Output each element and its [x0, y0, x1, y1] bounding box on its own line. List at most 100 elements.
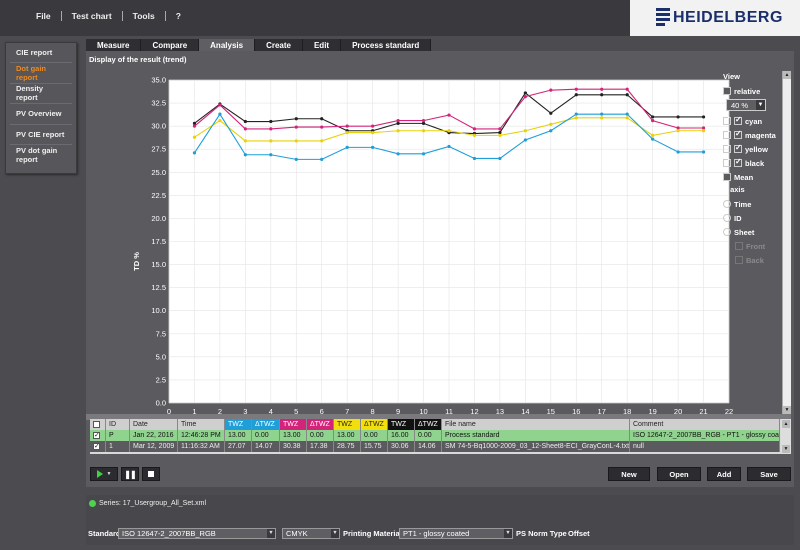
header-dtwz-yellow[interactable]: ΔTWZ	[361, 419, 388, 430]
printing-material-select[interactable]: PT1 - glossy coated ▼	[399, 528, 513, 539]
yellow-checkbox[interactable]	[723, 143, 731, 153]
measurement-table: ID Date Time TWZ ΔTWZ TWZ ΔTWZ TWZ ΔTWZ …	[90, 419, 781, 454]
sidebar-item-cie-report[interactable]: CIE report	[10, 43, 72, 64]
header-time[interactable]: Time	[178, 419, 225, 430]
tab-analysis[interactable]: Analysis	[199, 39, 256, 51]
y-tick-label: 25.0	[151, 168, 166, 177]
time-radio[interactable]	[723, 200, 731, 208]
black-checkbox[interactable]	[723, 157, 731, 167]
data-point	[371, 124, 375, 128]
data-point	[498, 133, 502, 137]
chart-svg: 0 1 2 3 4 5 6 7 8 9 10 11 12 13 14 15 16 17 18 19 20 21 220.02…	[132, 76, 733, 417]
cyan-checkbox-2[interactable]	[734, 115, 742, 125]
header-dtwz-black[interactable]: ΔTWZ	[415, 419, 442, 430]
data-point	[192, 124, 197, 128]
menu-help[interactable]: ?	[166, 11, 191, 21]
row-checkbox-cell[interactable]	[90, 430, 106, 441]
relative-checkbox[interactable]	[723, 87, 731, 95]
menu-tools[interactable]: Tools	[123, 11, 165, 21]
stop-button[interactable]	[142, 467, 160, 481]
magenta-checkbox-2[interactable]	[734, 129, 742, 139]
data-point	[676, 126, 680, 130]
cyan-checkbox[interactable]	[723, 115, 731, 125]
header-dtwz-cyan[interactable]: ΔTWZ	[252, 419, 280, 430]
standard-select[interactable]: ISO 12647-2_2007BB_RGB ▼	[118, 528, 276, 539]
tab-measure[interactable]: Measure	[86, 39, 142, 51]
scroll-down-icon[interactable]: ▼	[783, 406, 791, 414]
back-checkbox	[735, 256, 743, 264]
tab-create[interactable]: Create	[255, 39, 303, 51]
table-cell: 13.00	[225, 430, 252, 441]
header-comment[interactable]: Comment	[630, 419, 780, 430]
magenta-checkbox[interactable]	[723, 129, 731, 139]
y-tick-label: 27.5	[151, 145, 166, 154]
header-twz-cyan[interactable]: TWZ	[225, 419, 252, 430]
scroll-down-icon[interactable]: ▼	[782, 445, 790, 453]
table-cell: Mar 12, 2009	[130, 441, 178, 452]
row-checkbox[interactable]	[93, 430, 100, 441]
chevron-down-icon[interactable]: ▼	[504, 529, 512, 538]
scroll-up-icon[interactable]: ▲	[783, 71, 791, 79]
save-button[interactable]: Save	[747, 467, 791, 481]
table-row[interactable]: P Jan 22, 2016 12:46:28 PM 13.00 0.00 13…	[90, 430, 781, 441]
data-point	[701, 150, 706, 154]
chart-vertical-scrollbar[interactable]: ▲ ▼	[782, 71, 791, 414]
header-twz-yellow[interactable]: TWZ	[334, 419, 361, 430]
yellow-checkbox-2[interactable]	[734, 143, 742, 153]
chevron-down-icon[interactable]: ▼	[331, 529, 339, 538]
menu-file[interactable]: File	[26, 11, 61, 21]
id-radio[interactable]	[723, 214, 731, 222]
header-id[interactable]: ID	[106, 419, 130, 430]
add-button[interactable]: Add	[707, 467, 741, 481]
select-all-checkbox[interactable]	[93, 420, 100, 428]
menu-test-chart[interactable]: Test chart	[62, 11, 122, 21]
data-point	[218, 112, 222, 116]
header-twz-magenta[interactable]: TWZ	[280, 419, 307, 430]
open-button[interactable]: Open	[657, 467, 701, 481]
mean-checkbox[interactable]	[723, 173, 731, 181]
sidebar-item-pv-overview[interactable]: PV Overview	[10, 104, 72, 125]
relative-label: relative	[734, 86, 761, 96]
pause-button[interactable]: ❚❚	[121, 467, 139, 481]
data-point	[243, 119, 247, 124]
ps-norm-label: PS Norm Type	[516, 529, 567, 538]
table-cell: null	[630, 441, 780, 452]
data-point	[472, 133, 477, 137]
sidebar-item-pv-cie-report[interactable]: PV CIE report	[10, 125, 72, 145]
chevron-down-icon[interactable]: ▼	[107, 471, 112, 477]
table-cell: 27.07	[225, 441, 252, 452]
header-twz-black[interactable]: TWZ	[388, 419, 415, 430]
header-date[interactable]: Date	[130, 419, 178, 430]
data-point	[549, 129, 553, 133]
data-point	[498, 131, 502, 135]
y-tick-label: 30.0	[151, 122, 166, 131]
new-button[interactable]: New	[608, 467, 650, 481]
tab-compare[interactable]: Compare	[141, 39, 200, 51]
chevron-down-icon[interactable]: ▼	[267, 529, 275, 538]
data-point	[651, 137, 655, 141]
sidebar-item-pv-dot-gain-report[interactable]: PV dot gain report	[10, 145, 72, 165]
report-sidebar: CIE report Dot gain report Density repor…	[5, 42, 77, 174]
table-row[interactable]: 1 Mar 12, 2009 11:16:32 AM 27.07 14.07 3…	[90, 441, 781, 452]
header-checkbox-cell[interactable]	[90, 419, 106, 430]
header-file-name[interactable]: File name	[442, 419, 630, 430]
sheet-radio[interactable]	[723, 228, 731, 236]
data-point	[447, 113, 451, 117]
tab-edit[interactable]: Edit	[302, 39, 342, 51]
table-vertical-scrollbar[interactable]: ▲ ▼	[781, 419, 791, 454]
black-checkbox-2[interactable]	[734, 157, 742, 167]
standard-value: ISO 12647-2_2007BB_RGB	[122, 529, 216, 538]
row-checkbox[interactable]	[93, 441, 100, 452]
heidelberg-mark-icon	[656, 8, 670, 27]
row-checkbox-cell[interactable]	[90, 441, 106, 452]
sidebar-item-density-report[interactable]: Density report	[10, 84, 72, 105]
colorspace-select[interactable]: CMYK ▼	[282, 528, 340, 539]
scroll-up-icon[interactable]: ▲	[782, 420, 790, 428]
table-cell: ISO 12647-2_2007BB_RGB - PT1 - glossy co…	[630, 430, 780, 441]
tab-process-standard[interactable]: Process standard	[341, 39, 432, 51]
percent-select[interactable]: 40 % ▼	[726, 99, 766, 111]
play-button[interactable]: ▼	[90, 467, 118, 481]
header-dtwz-magenta[interactable]: ΔTWZ	[307, 419, 334, 430]
sidebar-item-dot-gain-report[interactable]: Dot gain report	[10, 63, 72, 84]
chevron-down-icon[interactable]: ▼	[756, 100, 765, 110]
